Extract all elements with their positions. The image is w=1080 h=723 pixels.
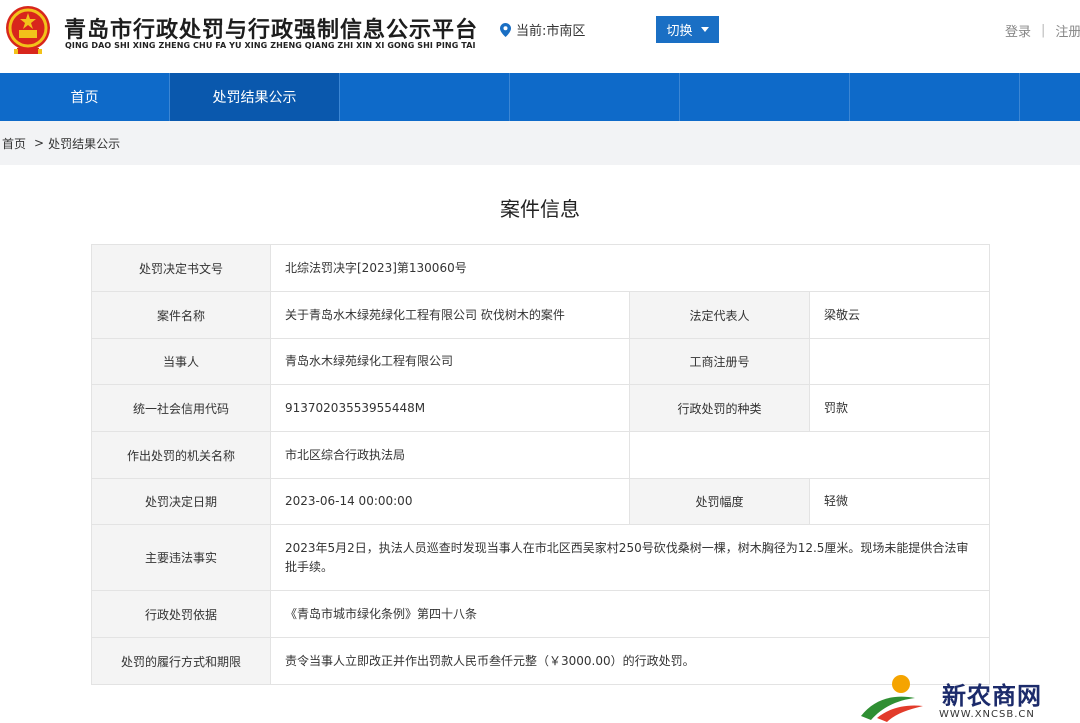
- facts-label: 主要违法事实: [91, 524, 271, 591]
- decision-date-value: 2023-06-14 00:00:00: [270, 478, 630, 525]
- breadcrumb-current[interactable]: 处罚结果公示: [48, 135, 120, 152]
- empty-cell: [628, 431, 991, 479]
- xncsb-logo-icon: [861, 675, 923, 722]
- credit-code-label: 统一社会信用代码: [91, 384, 271, 432]
- decision-no-value: 北综法罚决字[2023]第130060号: [269, 244, 991, 292]
- watermark-brand: 新农商网: [942, 681, 1042, 710]
- biz-reg-label: 工商注册号: [629, 338, 810, 385]
- table-row: 案件名称 关于青岛水木绿苑绿化工程有限公司 砍伐树木的案件 法定代表人 梁敬云: [91, 291, 991, 339]
- legal-rep-value: 梁敬云: [808, 291, 991, 339]
- basis-value: 《青岛市城市绿化条例》第四十八条: [269, 590, 991, 638]
- nav-item-blank[interactable]: [680, 73, 850, 121]
- breadcrumb: 首页 > 处罚结果公示: [0, 121, 1080, 165]
- nav-item-penalty-results[interactable]: 处罚结果公示: [170, 73, 340, 121]
- penalty-range-label: 处罚幅度: [629, 478, 810, 525]
- nav-item-blank[interactable]: [850, 73, 1020, 121]
- table-row: 当事人 青岛水木绿苑绿化工程有限公司 工商注册号: [91, 338, 991, 385]
- switch-label: 切换: [666, 23, 693, 38]
- site-subtitle: QING DAO SHI XING ZHENG CHU FA YU XING Z…: [65, 41, 476, 50]
- nav-filler: [1020, 73, 1080, 121]
- facts-value: 2023年5月2日，执法人员巡查时发现当事人在市北区西吴家村250号砍伐桑树一棵…: [269, 524, 991, 591]
- watermark: 新农商网 WWW.XNCSB.CN: [855, 672, 1080, 723]
- party-label: 当事人: [91, 338, 271, 385]
- case-name-value: 关于青岛水木绿苑绿化工程有限公司 砍伐树木的案件: [270, 291, 630, 339]
- case-name-label: 案件名称: [91, 291, 271, 339]
- breadcrumb-home[interactable]: 首页: [2, 135, 26, 152]
- main-nav: 首页 处罚结果公示: [0, 73, 1080, 121]
- page-title: 案件信息: [500, 197, 580, 221]
- caret-down-icon: [700, 27, 709, 32]
- authority-label: 作出处罚的机关名称: [91, 431, 271, 479]
- switch-region-button[interactable]: 切换: [656, 16, 719, 43]
- penalty-type-label: 行政处罚的种类: [629, 384, 810, 432]
- table-row: 处罚决定书文号 北综法罚决字[2023]第130060号: [91, 244, 991, 292]
- decision-date-label: 处罚决定日期: [91, 478, 271, 525]
- register-link[interactable]: 注册: [1055, 21, 1080, 40]
- nav-item-home[interactable]: 首页: [0, 73, 170, 121]
- site-title: 青岛市行政处罚与行政强制信息公示平台: [64, 18, 479, 43]
- execution-label: 处罚的履行方式和期限: [91, 637, 271, 685]
- location-label: 当前:市南区: [516, 24, 586, 39]
- site-header: 青岛市行政处罚与行政强制信息公示平台 QING DAO SHI XING ZHE…: [0, 0, 1080, 73]
- case-panel: 案件信息 处罚决定书文号 北综法罚决字[2023]第130060号 案件名称 关…: [0, 165, 1080, 723]
- case-info-table: 处罚决定书文号 北综法罚决字[2023]第130060号 案件名称 关于青岛水木…: [91, 244, 991, 685]
- basis-label: 行政处罚依据: [91, 590, 271, 638]
- legal-rep-label: 法定代表人: [629, 291, 810, 339]
- current-location: 当前:市南区: [500, 20, 585, 39]
- login-link[interactable]: 登录: [1005, 21, 1031, 40]
- national-emblem-icon: [6, 6, 50, 54]
- table-row: 作出处罚的机关名称 市北区综合行政执法局: [91, 431, 991, 479]
- link-separator: |: [1041, 23, 1046, 38]
- nav-item-blank[interactable]: [510, 73, 680, 121]
- table-row: 统一社会信用代码 91370203553955448M 行政处罚的种类 罚款: [91, 384, 991, 432]
- table-row: 主要违法事实 2023年5月2日，执法人员巡查时发现当事人在市北区西吴家村250…: [91, 524, 991, 591]
- credit-code-value: 91370203553955448M: [270, 384, 630, 432]
- penalty-range-value: 轻微: [808, 478, 991, 525]
- watermark-url: WWW.XNCSB.CN: [939, 709, 1035, 720]
- party-value: 青岛水木绿苑绿化工程有限公司: [270, 338, 630, 385]
- nav-item-blank[interactable]: [340, 73, 510, 121]
- biz-reg-value: [808, 338, 991, 385]
- user-links: 登录 | 注册: [1005, 21, 1080, 40]
- penalty-type-value: 罚款: [808, 384, 991, 432]
- decision-no-label: 处罚决定书文号: [91, 244, 271, 292]
- breadcrumb-arrow: >: [34, 136, 45, 150]
- table-row: 处罚决定日期 2023-06-14 00:00:00 处罚幅度 轻微: [91, 478, 991, 525]
- location-pin-icon: [500, 22, 511, 37]
- table-row: 行政处罚依据 《青岛市城市绿化条例》第四十八条: [91, 590, 991, 638]
- authority-value: 市北区综合行政执法局: [270, 431, 630, 479]
